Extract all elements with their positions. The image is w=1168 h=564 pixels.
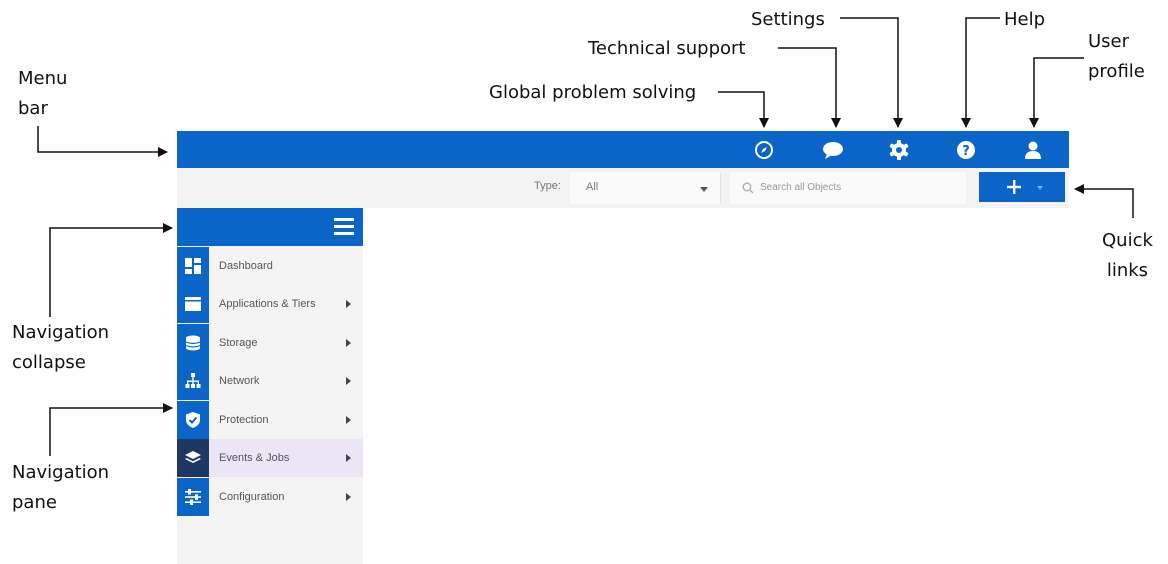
nav-item-protection[interactable]: Protection bbox=[177, 401, 363, 439]
nav-item-dashboard[interactable]: Dashboard bbox=[177, 247, 363, 285]
arrow-quick-links bbox=[1074, 184, 1134, 218]
dashboard-icon bbox=[177, 247, 209, 285]
shield-icon bbox=[177, 401, 209, 439]
nav-item-label: Configuration bbox=[219, 491, 285, 503]
chevron-down-icon bbox=[700, 187, 708, 192]
search-placeholder: Search all Objects bbox=[760, 182, 842, 193]
sliders-icon bbox=[177, 478, 209, 516]
search-input[interactable]: Search all Objects bbox=[730, 172, 966, 204]
nav-item-label: Applications & Tiers bbox=[219, 298, 316, 310]
layers-icon bbox=[177, 439, 209, 477]
chevron-right-icon bbox=[346, 454, 351, 462]
type-label: Type: bbox=[534, 180, 561, 192]
nav-item-applications-tiers[interactable]: Applications & Tiers bbox=[177, 285, 363, 323]
nav-item-label: Storage bbox=[219, 337, 258, 349]
gear-icon[interactable] bbox=[886, 137, 912, 163]
applications-icon bbox=[177, 285, 209, 323]
navigation-header bbox=[177, 208, 363, 246]
chevron-right-icon bbox=[346, 493, 351, 501]
chevron-right-icon bbox=[346, 339, 351, 347]
hamburger-menu-icon[interactable] bbox=[334, 218, 354, 235]
chevron-right-icon bbox=[346, 416, 351, 424]
arrow-global-problem bbox=[718, 91, 769, 128]
quick-links-button[interactable] bbox=[979, 172, 1065, 202]
nav-item-label: Network bbox=[219, 375, 260, 387]
chevron-down-icon bbox=[1037, 186, 1043, 190]
navigation-pane: Dashboard Applications & Tiers Storage N… bbox=[177, 208, 363, 564]
user-icon[interactable] bbox=[1020, 137, 1046, 163]
storage-icon bbox=[177, 324, 209, 362]
search-icon bbox=[742, 182, 754, 194]
nav-item-label: Dashboard bbox=[219, 260, 273, 272]
arrow-user-profile bbox=[1029, 57, 1084, 128]
chevron-right-icon bbox=[346, 300, 351, 308]
nav-item-label: Protection bbox=[219, 414, 269, 426]
type-select[interactable]: All bbox=[570, 172, 721, 204]
menu-bar: ? bbox=[177, 131, 1069, 168]
arrow-navigation-collapse bbox=[49, 223, 173, 317]
nav-item-events-jobs[interactable]: Events & Jobs bbox=[177, 439, 363, 477]
type-select-value: All bbox=[586, 181, 599, 193]
nav-item-storage[interactable]: Storage bbox=[177, 324, 363, 362]
arrow-navigation-pane bbox=[49, 403, 173, 456]
arrow-help bbox=[961, 17, 1000, 128]
toolbar: Type: All Search all Objects bbox=[177, 168, 1069, 208]
nav-item-configuration[interactable]: Configuration bbox=[177, 478, 363, 516]
svg-text:?: ? bbox=[962, 144, 970, 159]
callout-arrows bbox=[37, 17, 1134, 456]
plus-icon bbox=[1007, 180, 1021, 194]
nav-item-label: Events & Jobs bbox=[219, 452, 290, 464]
chat-bubble-icon[interactable] bbox=[820, 137, 846, 163]
network-icon bbox=[177, 362, 209, 400]
help-icon[interactable]: ? bbox=[953, 137, 979, 163]
chevron-right-icon bbox=[346, 377, 351, 385]
arrow-menu-bar bbox=[37, 126, 168, 157]
nav-item-network[interactable]: Network bbox=[177, 362, 363, 400]
arrow-tech-support bbox=[778, 47, 841, 128]
compass-icon[interactable] bbox=[751, 137, 777, 163]
arrow-settings bbox=[840, 17, 903, 128]
